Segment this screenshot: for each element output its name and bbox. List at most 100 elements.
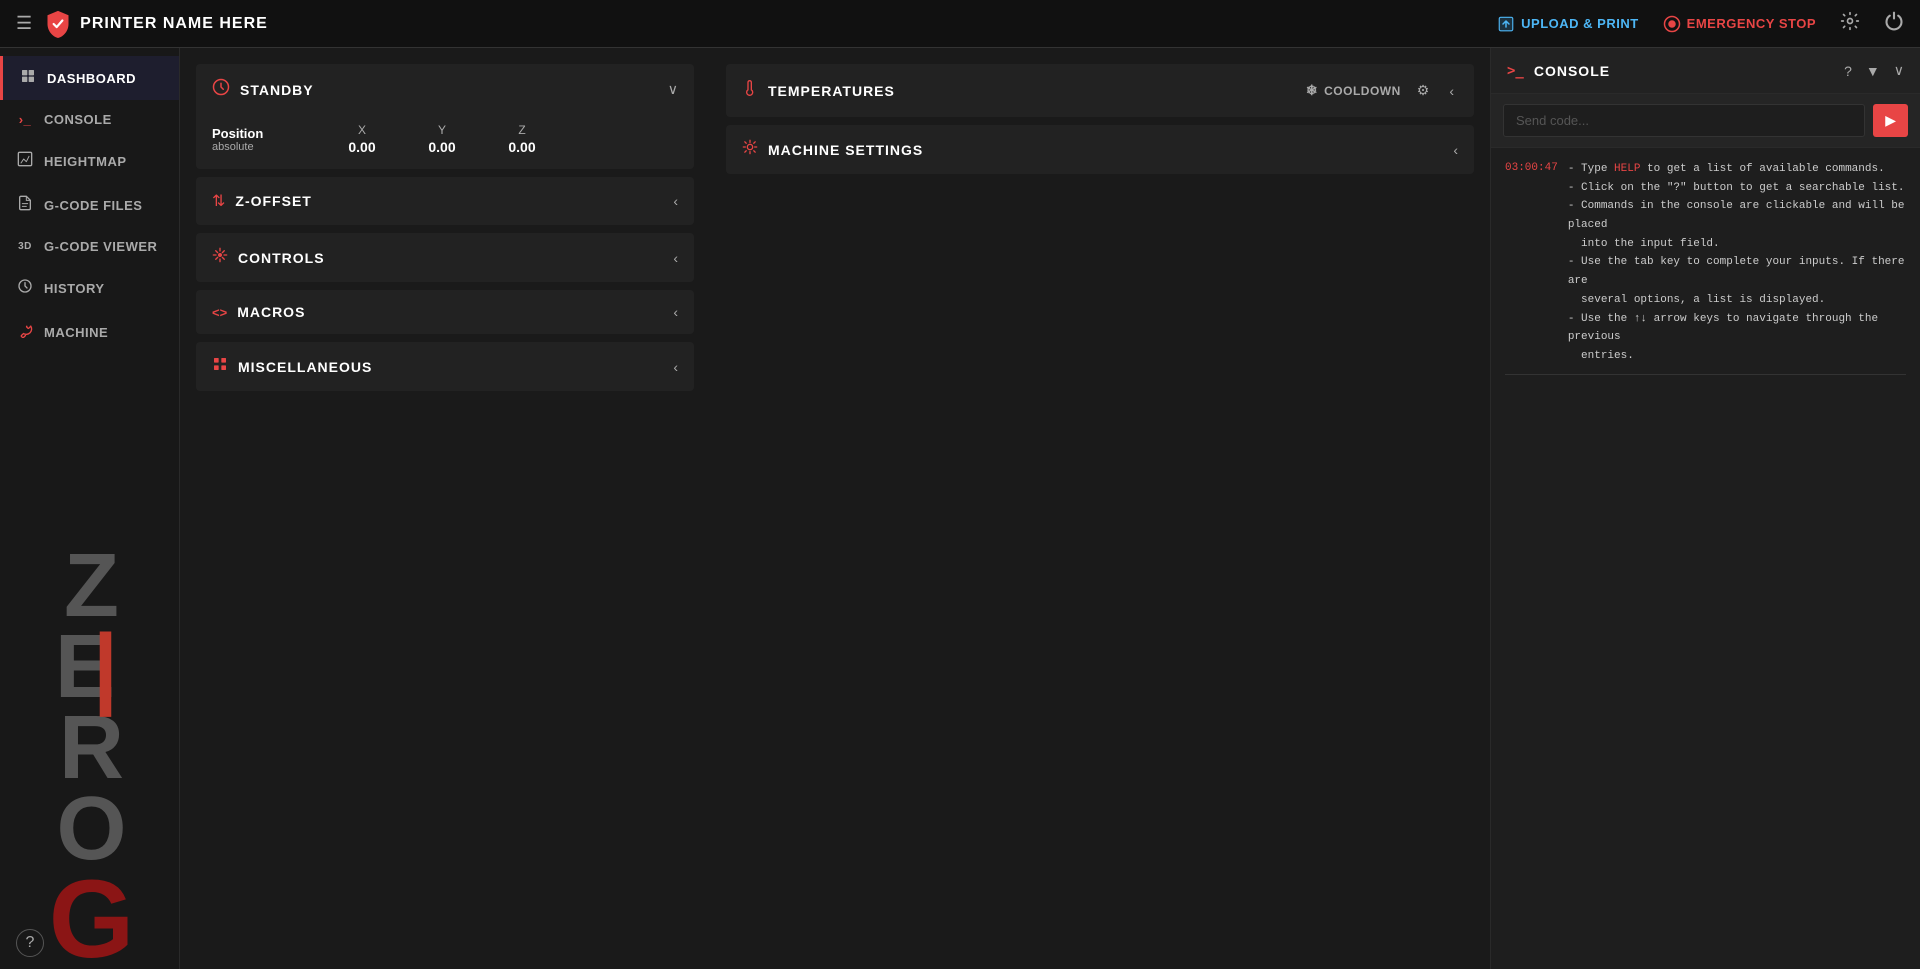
temperatures-header[interactable]: TEMPERATURES ❄ COOLDOWN ⚙ ‹ [726,64,1474,117]
position-x: X 0.00 [322,123,402,155]
position-label: Position [212,126,302,141]
temperatures-collapse-icon[interactable]: ‹ [1445,79,1458,103]
z-offset-icon: ⇅ [212,191,225,211]
sidebar-label-dashboard: DASHBOARD [47,71,136,86]
console-panel: >_ CONSOLE ? ▼ ∨ ▶ 03:00:47 [1490,48,1920,969]
topbar: ☰ PRINTER NAME HERE UPLOAD & PRINT EMER [0,0,1920,48]
upload-print-button[interactable]: UPLOAD & PRINT [1497,15,1639,33]
console-send-button[interactable]: ▶ [1873,104,1908,137]
emergency-stop-button[interactable]: EMERGENCY STOP [1663,15,1816,33]
sidebar-item-heightmap[interactable]: HEIGHTMAP [0,139,179,183]
console-header-right: ? ▼ ∨ [1844,62,1904,79]
miscellaneous-card: MISCELLANEOUS ‹ [196,342,694,391]
settings-icon[interactable] [1840,11,1860,36]
cooldown-button[interactable]: ❄ COOLDOWN [1306,82,1401,99]
emergency-stop-label: EMERGENCY STOP [1687,16,1816,31]
sidebar-nav: DASHBOARD ›_ CONSOLE HEIGHTMAP G-CODE FI… [0,48,179,354]
console-timestamp: 03:00:47 [1505,160,1558,366]
position-row: Position absolute X 0.00 Y 0.00 Z [212,123,678,155]
help-highlight: HELP [1614,163,1640,175]
controls-icon [212,247,228,268]
position-label-block: Position absolute [212,126,322,153]
macros-header[interactable]: <> MACROS ‹ [196,290,694,334]
macros-card: <> MACROS ‹ [196,290,694,334]
machine-settings-header[interactable]: MACHINE SETTINGS ‹ [726,125,1474,174]
standby-header-left: STANDBY [212,78,314,101]
console-input[interactable] [1503,104,1865,137]
axis-x-label: X [358,123,366,137]
position-z: Z 0.00 [482,123,562,155]
sidebar-item-console[interactable]: ›_ CONSOLE [0,100,179,139]
temperatures-settings-icon[interactable]: ⚙ [1413,78,1434,103]
sidebar-label-heightmap: HEIGHTMAP [44,154,127,169]
console-filter-button[interactable]: ▼ [1866,63,1880,79]
machine-settings-card: MACHINE SETTINGS ‹ [726,125,1474,174]
sidebar-label-console: CONSOLE [44,112,112,127]
z-offset-header[interactable]: ⇅ Z-OFFSET ‹ [196,177,694,225]
console-log-entry: 03:00:47 - Type HELP to get a list of av… [1505,160,1906,366]
upload-print-label: UPLOAD & PRINT [1521,16,1639,31]
machine-icon [16,322,34,342]
bg-letter-r: R [59,708,120,789]
cooldown-icon: ❄ [1306,82,1318,99]
machine-settings-header-left: MACHINE SETTINGS [742,139,923,160]
sidebar-item-history[interactable]: HISTORY [0,266,179,310]
axis-z-label: Z [518,123,525,137]
power-icon[interactable] [1884,11,1904,36]
standby-chevron: ∨ [668,81,678,98]
sidebar-label-gcode-files: G-CODE FILES [44,198,142,213]
console-title-icon: >_ [1507,63,1524,79]
sidebar-help-button[interactable]: ? [16,929,44,957]
menu-icon[interactable]: ☰ [16,13,32,34]
topbar-right: UPLOAD & PRINT EMERGENCY STOP [1497,11,1904,36]
sidebar-item-gcode-files[interactable]: G-CODE FILES [0,183,179,227]
machine-settings-chevron: ‹ [1453,142,1458,158]
axis-z-value: 0.00 [508,139,535,155]
emergency-icon [1663,15,1681,33]
macros-title: MACROS [237,304,305,320]
content-area: STANDBY ∨ Position absolute X 0.00 [180,48,1920,969]
brand-logo: PRINTER NAME HERE [44,10,268,38]
controls-card: CONTROLS ‹ [196,233,694,282]
bg-letter-o: O [56,789,122,870]
gcode-files-icon [16,195,34,215]
sidebar-help-label: ? [26,934,35,952]
position-sublabel: absolute [212,141,322,153]
temperatures-icon [742,80,758,101]
dashboard-icon [19,68,37,88]
console-input-row: ▶ [1491,94,1920,148]
console-header-left: >_ CONSOLE [1507,63,1610,79]
standby-title: STANDBY [240,82,314,98]
temperatures-controls: ❄ COOLDOWN ⚙ ‹ [1306,78,1458,103]
console-output: 03:00:47 - Type HELP to get a list of av… [1491,148,1920,969]
history-icon [16,278,34,298]
upload-icon [1497,15,1515,33]
standby-header[interactable]: STANDBY ∨ [196,64,694,115]
gcode-viewer-icon: 3D [16,241,34,252]
z-offset-header-left: ⇅ Z-OFFSET [212,191,312,211]
sidebar-label-history: HISTORY [44,281,105,296]
bg-letter-e: E [55,627,111,708]
brand-title: PRINTER NAME HERE [80,15,268,33]
temperatures-card: TEMPERATURES ❄ COOLDOWN ⚙ ‹ [726,64,1474,117]
temperatures-header-left: TEMPERATURES [742,80,895,101]
standby-body: Position absolute X 0.00 Y 0.00 Z [196,115,694,169]
console-help-button[interactable]: ? [1844,63,1852,79]
miscellaneous-chevron: ‹ [673,359,678,375]
standby-icon [212,78,230,101]
axis-y-label: Y [438,123,446,137]
macros-header-left: <> MACROS [212,304,305,320]
bg-letter-z: Z [64,546,115,627]
axis-x-value: 0.00 [348,139,375,155]
temperatures-title: TEMPERATURES [768,83,895,99]
console-collapse-button[interactable]: ∨ [1894,62,1904,79]
sidebar-item-dashboard[interactable]: DASHBOARD [0,56,179,100]
sidebar-item-machine[interactable]: MACHINE [0,310,179,354]
miscellaneous-header[interactable]: MISCELLANEOUS ‹ [196,342,694,391]
console-log-text: - Type HELP to get a list of available c… [1568,160,1906,366]
macros-chevron: ‹ [673,304,678,320]
controls-header[interactable]: CONTROLS ‹ [196,233,694,282]
bg-letter-i: | [93,627,114,708]
sidebar-item-gcode-viewer[interactable]: 3D G-CODE VIEWER [0,227,179,266]
miscellaneous-title: MISCELLANEOUS [238,359,372,375]
